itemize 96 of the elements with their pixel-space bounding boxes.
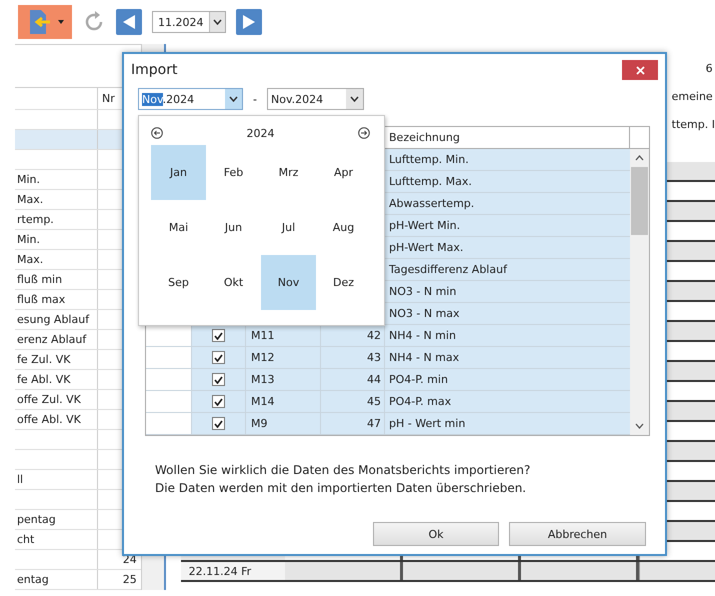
to-month-value: Nov.2024 [270, 92, 324, 106]
table-cell: 43 [367, 351, 381, 364]
table-row[interactable]: M11 42 NH4 - N min [146, 325, 630, 347]
period-dropdown[interactable]: 11.2024 [152, 11, 226, 33]
arrow-right-icon [358, 127, 370, 139]
period-value: 11.2024 [157, 16, 204, 28]
table-cell: pentag [17, 513, 56, 526]
table-cell: 25 [122, 573, 137, 586]
message-text: Wollen Sie wirklich die Daten des Monatsberichts importieren? [155, 462, 532, 479]
table-cell: pH-Wert Min. [389, 219, 460, 232]
table-row[interactable]: M9 47 pH - Wert min [146, 413, 630, 435]
table-cell: M14 [251, 395, 274, 408]
table-cell: pH - Wert min [389, 417, 466, 430]
table-cell: ll [17, 473, 24, 486]
check-icon [214, 420, 223, 428]
column-header: 6 [706, 62, 713, 75]
table-cell: fe Zul. VK [17, 353, 70, 366]
checkbox[interactable] [212, 329, 225, 342]
table-cell: rtemp. [17, 213, 54, 226]
table-cell: Min. [17, 233, 40, 246]
table-cell: offe Abl. VK [17, 413, 81, 426]
table-cell: M9 [251, 417, 268, 430]
table-cell: 44 [367, 373, 381, 386]
table-cell: Lufttemp. Max. [389, 175, 472, 188]
month-cell[interactable]: Jan [151, 145, 206, 200]
checkbox[interactable] [212, 373, 225, 386]
table-cell: PO4-P. max [389, 395, 452, 408]
table-cell: cht [17, 533, 34, 546]
table-row[interactable]: M12 43 NH4 - N max [146, 347, 630, 369]
from-month-value: Nov.2024 [141, 92, 196, 106]
column-header: emeine [672, 90, 713, 103]
column-header: Nr [101, 91, 116, 107]
table-cell: NH4 - N max [389, 351, 460, 364]
table-cell: Min. [17, 173, 40, 186]
table-cell: PO4-P. min [389, 373, 448, 386]
table-cell: NH4 - N min [389, 329, 456, 342]
table-cell: offe Zul. VK [17, 393, 81, 406]
chevron-up-icon [635, 155, 644, 161]
check-icon [214, 332, 223, 340]
table-row[interactable]: entag 25 [15, 570, 141, 590]
scroll-thumb[interactable] [631, 167, 648, 235]
table-cell: 45 [367, 395, 381, 408]
caret-icon [58, 20, 64, 24]
table-cell: Abwassertemp. [389, 197, 474, 210]
message-text: Die Daten werden mit den importierten Daten überschrieben. [155, 480, 528, 497]
table-cell: 42 [367, 329, 381, 342]
table-cell: Lufttemp. Min. [389, 153, 469, 166]
previous-button[interactable] [116, 9, 142, 35]
table-cell: 47 [367, 417, 381, 430]
chevron-down-icon [212, 19, 222, 25]
table-cell: NO3 - N min [389, 285, 456, 298]
table-cell: NO3 - N max [389, 307, 460, 320]
dialog-title: Import [131, 62, 178, 78]
to-month-dropdown[interactable]: Nov.2024 [266, 88, 364, 110]
table-cell: pH-Wert Max. [389, 241, 464, 254]
triangle-left-icon [123, 15, 135, 29]
checkbox[interactable] [212, 351, 225, 364]
table-cell: Max. [17, 193, 44, 206]
table-row[interactable]: M14 45 PO4-P. max [146, 391, 630, 413]
table-cell: entag [17, 573, 49, 586]
table-row[interactable]: M13 44 PO4-P. min [146, 369, 630, 391]
close-button[interactable] [622, 60, 658, 80]
next-year-button[interactable] [358, 127, 370, 139]
table-cell: fluß max [17, 293, 66, 306]
table-cell: M12 [251, 351, 274, 364]
check-icon [214, 398, 223, 406]
checkbox[interactable] [212, 395, 225, 408]
table-cell: M11 [251, 329, 274, 342]
table-cell: fe Abl. VK [17, 373, 70, 386]
triangle-right-icon [242, 15, 254, 29]
checkbox[interactable] [212, 417, 225, 430]
table-cell: M13 [251, 373, 274, 386]
range-separator: - [252, 92, 258, 106]
check-icon [214, 376, 223, 384]
year-label: 2024 [246, 126, 274, 140]
cancel-button[interactable]: Abbrechen [509, 522, 646, 546]
close-icon [636, 66, 644, 74]
from-month-dropdown[interactable]: Nov.2024 [138, 88, 243, 110]
table-cell: erenz Ablauf [17, 333, 86, 346]
previous-year-button[interactable] [151, 127, 163, 139]
month-cell[interactable]: Nov [261, 255, 316, 310]
chevron-down-icon [350, 96, 359, 102]
table-cell: fluß min [17, 273, 62, 286]
ok-button[interactable]: Ok [373, 522, 499, 546]
column-header: Bezeichnung [389, 131, 460, 144]
date-cell: 22.11.24 Fr [188, 564, 252, 578]
chevron-down-icon [229, 96, 238, 102]
chevron-down-icon [635, 423, 644, 429]
next-button[interactable] [236, 9, 262, 35]
scrollbar[interactable] [630, 149, 649, 435]
table-cell: Tagesdifferenz Ablauf [389, 263, 507, 276]
column-header: ttemp. I [672, 118, 715, 131]
table-cell: Max. [17, 253, 44, 266]
table-cell: esung Ablauf [17, 313, 90, 326]
arrow-left-icon [151, 127, 163, 139]
check-icon [214, 354, 223, 362]
